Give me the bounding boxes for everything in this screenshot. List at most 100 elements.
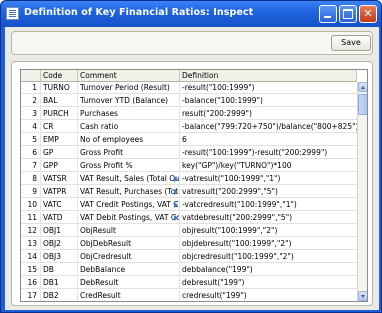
row-number-cell: 13 [21, 238, 41, 250]
code-cell[interactable]: TURNO [41, 82, 78, 94]
comment-cell[interactable]: VAT Result, Purchases (Tot [78, 186, 180, 198]
window-document-icon [6, 7, 19, 20]
table-row[interactable]: 3 PURCH Purchases result("200:2999") [21, 108, 357, 120]
table-row[interactable]: 9 VATPR VAT Result, Purchases (Tot vatresul… [21, 186, 357, 198]
row-number-cell: 8 [21, 173, 41, 185]
definition-cell[interactable]: -balance("799:720+750")/balance("800+825… [180, 121, 357, 133]
table-row[interactable]: 1 TURNO Turnover Period (Result) -result("1… [21, 82, 357, 94]
code-cell[interactable]: BAL [41, 95, 78, 107]
code-cell[interactable]: PURCH [41, 108, 78, 120]
window-client-area: Save Code Comment Definition 1 TURNO Turno… [5, 27, 379, 310]
definition-cell[interactable]: -balance("100:1999") [180, 95, 357, 107]
code-cell[interactable]: VATD [41, 212, 78, 224]
title-bar[interactable]: Definition of Key Financial Ratios: Insp… [1, 1, 381, 27]
text-overflow-arrow-icon [174, 176, 178, 182]
comment-cell[interactable]: ObjResult [78, 225, 180, 237]
column-header-comment[interactable]: Comment [78, 70, 180, 82]
comment-cell[interactable]: DebResult [78, 277, 180, 289]
code-cell[interactable]: DB [41, 264, 78, 276]
column-header-definition[interactable]: Definition [180, 70, 357, 82]
code-cell[interactable]: EMP [41, 134, 78, 146]
minimize-icon [324, 16, 331, 18]
definition-cell[interactable]: -vatcredresult("100:1999","1") [180, 199, 357, 211]
definition-cell[interactable]: credresult("199") [180, 290, 357, 301]
code-cell[interactable]: DB1 [41, 277, 78, 289]
row-number-cell: 17 [21, 290, 41, 301]
table-row[interactable]: 5 EMP No of employees 6 [21, 134, 357, 146]
comment-cell[interactable]: Purchases [78, 108, 180, 120]
scrollbar-thumb[interactable] [358, 94, 367, 115]
row-number-cell: 7 [21, 160, 41, 172]
code-cell[interactable]: OBJ2 [41, 238, 78, 250]
comment-cell[interactable]: VAT Credit Postings, VAT Co [78, 199, 180, 211]
code-cell[interactable]: OBJ1 [41, 225, 78, 237]
definition-cell[interactable]: vatdebresult("200:2999","5") [180, 212, 357, 224]
window-title: Definition of Key Financial Ratios: Insp… [24, 7, 254, 18]
definition-cell[interactable]: debbalance("199") [180, 264, 357, 276]
table-header: Code Comment Definition [21, 70, 357, 82]
table-row[interactable]: 12 OBJ1 ObjResult objresult("100:1999","2") [21, 225, 357, 237]
inspect-window: Definition of Key Financial Ratios: Insp… [0, 0, 382, 313]
definition-cell[interactable]: objdebresult("100:1999","2") [180, 238, 357, 250]
row-number-cell: 9 [21, 186, 41, 198]
row-number-cell: 1 [21, 82, 41, 94]
definition-cell[interactable]: key("GP")/key("TURNO")*100 [180, 160, 357, 172]
row-number-cell: 3 [21, 108, 41, 120]
comment-cell[interactable]: CredResult [78, 290, 180, 301]
definition-cell[interactable]: 6 [180, 134, 357, 146]
table-row[interactable]: 15 DB DebBalance debbalance("199") [21, 264, 357, 276]
column-header-code[interactable]: Code [41, 70, 78, 82]
code-cell[interactable]: OBJ3 [41, 251, 78, 263]
comment-cell[interactable]: Turnover YTD (Balance) [78, 95, 180, 107]
ratio-definition-panel: Code Comment Definition 1 TURNO Turnover P… [11, 61, 373, 306]
code-cell[interactable]: GP [41, 147, 78, 159]
table-row[interactable]: 6 GP Gross Profit -result("100:1999")-resul… [21, 147, 357, 159]
table-row[interactable]: 13 OBJ2 ObjDebResult objdebresult("100:1999… [21, 238, 357, 250]
definition-cell[interactable]: objcredresult("100:1999","2") [180, 251, 357, 263]
minimize-button[interactable] [319, 5, 337, 23]
vertical-scrollbar[interactable] [357, 82, 367, 301]
scroll-down-icon[interactable] [358, 291, 367, 301]
definition-cell[interactable]: -result("100:1999")-result("200:2999") [180, 147, 357, 159]
definition-cell[interactable]: result("200:2999") [180, 108, 357, 120]
maximize-button[interactable] [339, 5, 357, 23]
table-row[interactable]: 2 BAL Turnover YTD (Balance) -balance("100:… [21, 95, 357, 107]
table-row[interactable]: 10 VATC VAT Credit Postings, VAT Co -vatcre… [21, 199, 357, 211]
row-number-cell: 2 [21, 95, 41, 107]
ratio-table: Code Comment Definition 1 TURNO Turnover P… [20, 69, 368, 302]
row-number-cell: 5 [21, 134, 41, 146]
text-overflow-arrow-icon [174, 202, 178, 208]
table-row[interactable]: 17 DB2 CredResult credresult("199") [21, 290, 357, 301]
comment-cell[interactable]: ObjCredresult [78, 251, 180, 263]
comment-cell[interactable]: Cash ratio [78, 121, 180, 133]
table-row[interactable]: 8 VATSR VAT Result, Sales (Total Out -vatre… [21, 173, 357, 185]
code-cell[interactable]: VATPR [41, 186, 78, 198]
row-number-cell: 16 [21, 277, 41, 289]
close-button[interactable]: ✕ [359, 5, 377, 23]
comment-cell[interactable]: Turnover Period (Result) [78, 82, 180, 94]
definition-cell[interactable]: debresult("199") [180, 277, 357, 289]
comment-cell[interactable]: Gross Profit % [78, 160, 180, 172]
code-cell[interactable]: DB2 [41, 290, 78, 301]
definition-cell[interactable]: -result("100:1999") [180, 82, 357, 94]
table-row[interactable]: 7 GPP Gross Profit % key("GP")/key("TURNO")… [21, 160, 357, 172]
code-cell[interactable]: GPP [41, 160, 78, 172]
table-row[interactable]: 4 CR Cash ratio -balance("799:720+750")/bal… [21, 121, 357, 133]
code-cell[interactable]: CR [41, 121, 78, 133]
comment-cell[interactable]: VAT Result, Sales (Total Out [78, 173, 180, 185]
table-row[interactable]: 16 DB1 DebResult debresult("199") [21, 277, 357, 289]
comment-cell[interactable]: ObjDebResult [78, 238, 180, 250]
definition-cell[interactable]: -vatresult("100:1999","1") [180, 173, 357, 185]
table-row[interactable]: 11 VATD VAT Debit Postings, VAT Co vatdebre… [21, 212, 357, 224]
definition-cell[interactable]: vatresult("200:2999","5") [180, 186, 357, 198]
code-cell[interactable]: VATC [41, 199, 78, 211]
comment-cell[interactable]: Gross Profit [78, 147, 180, 159]
table-row[interactable]: 14 OBJ3 ObjCredresult objcredresult("100:19… [21, 251, 357, 263]
comment-cell[interactable]: VAT Debit Postings, VAT Co [78, 212, 180, 224]
definition-cell[interactable]: objresult("100:1999","2") [180, 225, 357, 237]
code-cell[interactable]: VATSR [41, 173, 78, 185]
comment-cell[interactable]: No of employees [78, 134, 180, 146]
comment-cell[interactable]: DebBalance [78, 264, 180, 276]
scroll-up-icon[interactable] [358, 82, 367, 92]
save-button[interactable]: Save [331, 35, 371, 51]
